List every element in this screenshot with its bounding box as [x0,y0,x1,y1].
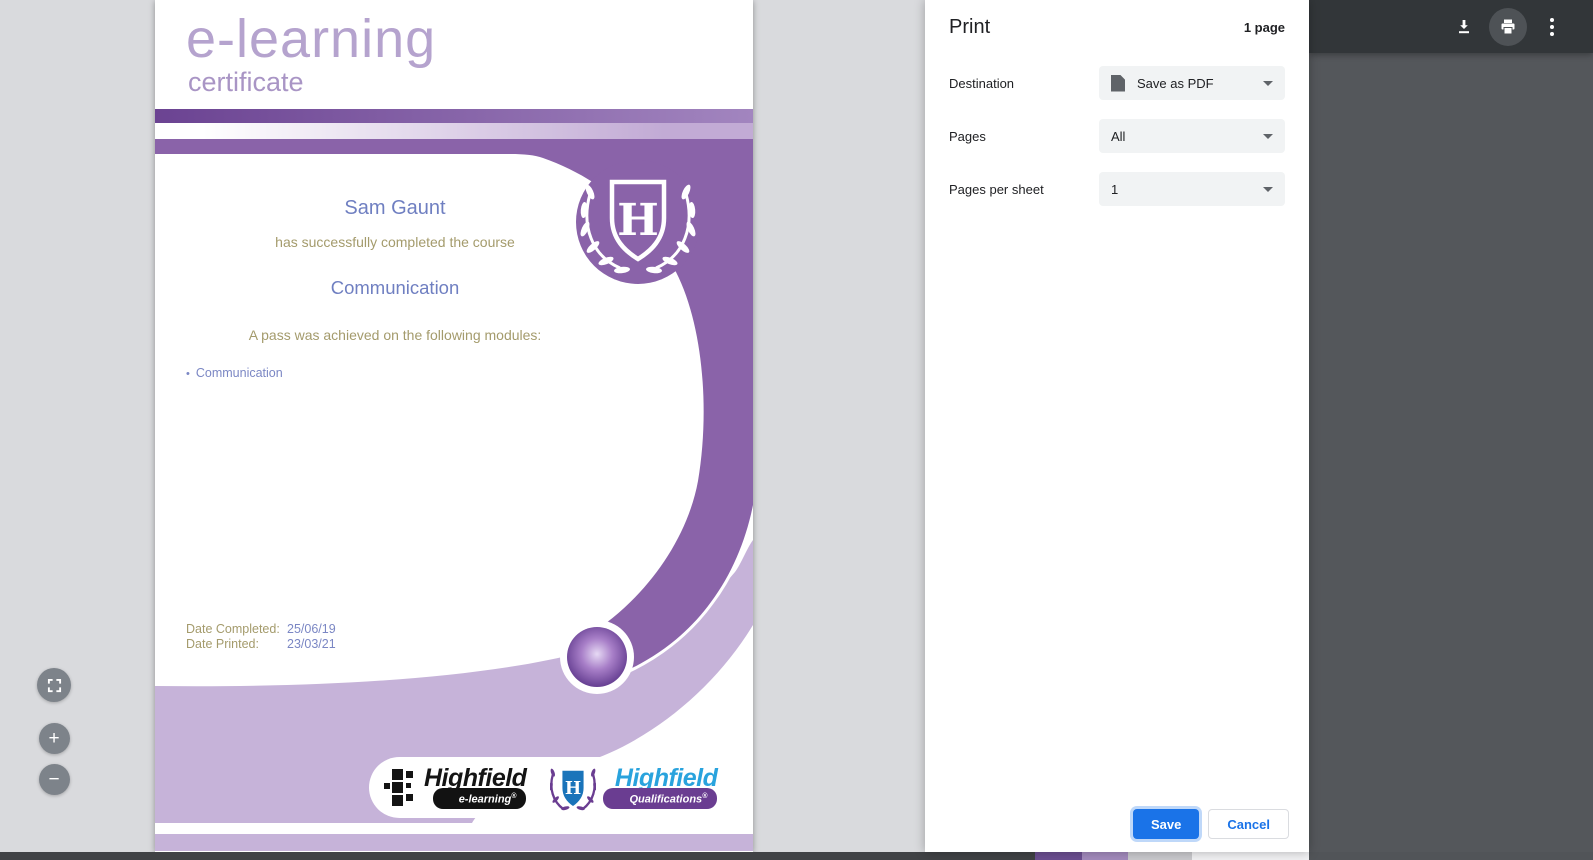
brand-title: e-learning [186,9,437,69]
zoom-in-button[interactable]: + [38,723,70,754]
destination-row: Destination Save as PDF [925,66,1309,100]
qualifications-logo-name: Highfield [614,763,718,792]
cancel-button[interactable]: Cancel [1208,809,1289,839]
save-button[interactable]: Save [1132,809,1200,839]
destination-select[interactable]: Save as PDF [1099,66,1285,100]
chevron-down-icon [1263,186,1273,192]
module-name: Communication [195,366,283,380]
date-completed-value: 25/06/19 [287,622,336,636]
highfield-elearning-logo: Highfield e-learning® [384,763,527,810]
pages-per-sheet-label: Pages per sheet [949,181,1044,197]
print-dialog-header: Print 1 page [925,0,1309,39]
purple-orb [567,627,627,687]
download-icon [1459,19,1469,33]
qualifications-logo-tagline: Qualifications® [603,787,718,810]
fit-to-page-icon [47,678,61,692]
fit-to-page-button[interactable] [37,668,71,702]
highfield-qualifications-logo: H Highfield Qualifications® [550,763,718,813]
download-button[interactable] [1451,14,1477,40]
zoom-in-icon: + [48,728,60,749]
print-dialog-title: Print [949,16,991,38]
recipient-name: Sam Gaunt [344,197,446,219]
course-title: Communication [330,277,460,298]
pages-value: All [1111,128,1126,144]
print-dialog: Print 1 page Destination Save as PDF Pag… [925,0,1309,852]
brand-subtitle: certificate [188,67,304,97]
print-button[interactable] [1489,7,1527,46]
pdf-viewer-backdrop [1309,0,1593,852]
date-printed-label: Date Printed: [186,636,259,651]
bullet-marker: • [186,368,190,380]
destination-label: Destination [949,75,1015,91]
print-dialog-footer: Save Cancel [1132,809,1289,839]
bottom-edge-strip [0,852,1593,860]
pages-label: Pages [949,128,986,144]
certificate-artwork: H [155,109,753,851]
pdf-file-icon [1111,74,1125,92]
more-vertical-icon [1550,17,1554,36]
certificate-brand: e-learning certificate [186,10,436,96]
pages-row: Pages All [925,119,1309,153]
destination-value: Save as PDF [1137,75,1214,91]
print-icon [1501,19,1515,34]
qualifications-crest-letter: H [565,778,581,798]
completion-line: has successfully completed the course [275,234,515,250]
sheet-count: 1 page [1243,20,1285,35]
more-options-button[interactable] [1539,14,1565,40]
pages-per-sheet-select[interactable]: 1 [1099,172,1285,206]
certificate-body: Sam Gaunt has successfully completed the… [155,197,635,343]
date-printed-row: Date Printed: 23/03/21 [186,637,336,652]
zoom-out-icon: − [48,769,60,790]
print-preview-screen: H e-learning certificate Sam Gaunt has s… [0,0,1593,860]
module-list-item: • Communication [186,366,283,380]
pages-select[interactable]: All [1099,119,1285,153]
zoom-out-button[interactable]: − [38,764,70,795]
footer-logo-pill: Highfield e-learning® H Highfield Qualif… [369,757,753,818]
pages-per-sheet-value: 1 [1111,181,1119,197]
pass-line: A pass was achieved on the following mod… [248,327,542,343]
certificate-dates: Date Completed: 25/06/19 Date Printed: 2… [186,622,336,651]
zoom-controls: + − [37,668,71,795]
pdf-preview-area: H e-learning certificate Sam Gaunt has s… [0,0,925,852]
date-printed-value: 23/03/21 [287,636,336,651]
pdf-toolbar [1309,0,1593,53]
pages-per-sheet-row: Pages per sheet 1 [925,172,1309,206]
date-completed-row: Date Completed: 25/06/19 [186,622,336,637]
grid-blocks-icon [384,769,413,806]
elearning-logo-tagline: e-learning® [432,787,527,810]
certificate-page: H e-learning certificate Sam Gaunt has s… [155,0,753,852]
chevron-down-icon [1263,80,1273,86]
chevron-down-icon [1263,133,1273,139]
elearning-logo-name: Highfield [424,763,527,792]
date-completed-label: Date Completed: [186,622,280,636]
qualifications-crest-icon: H [550,768,597,810]
